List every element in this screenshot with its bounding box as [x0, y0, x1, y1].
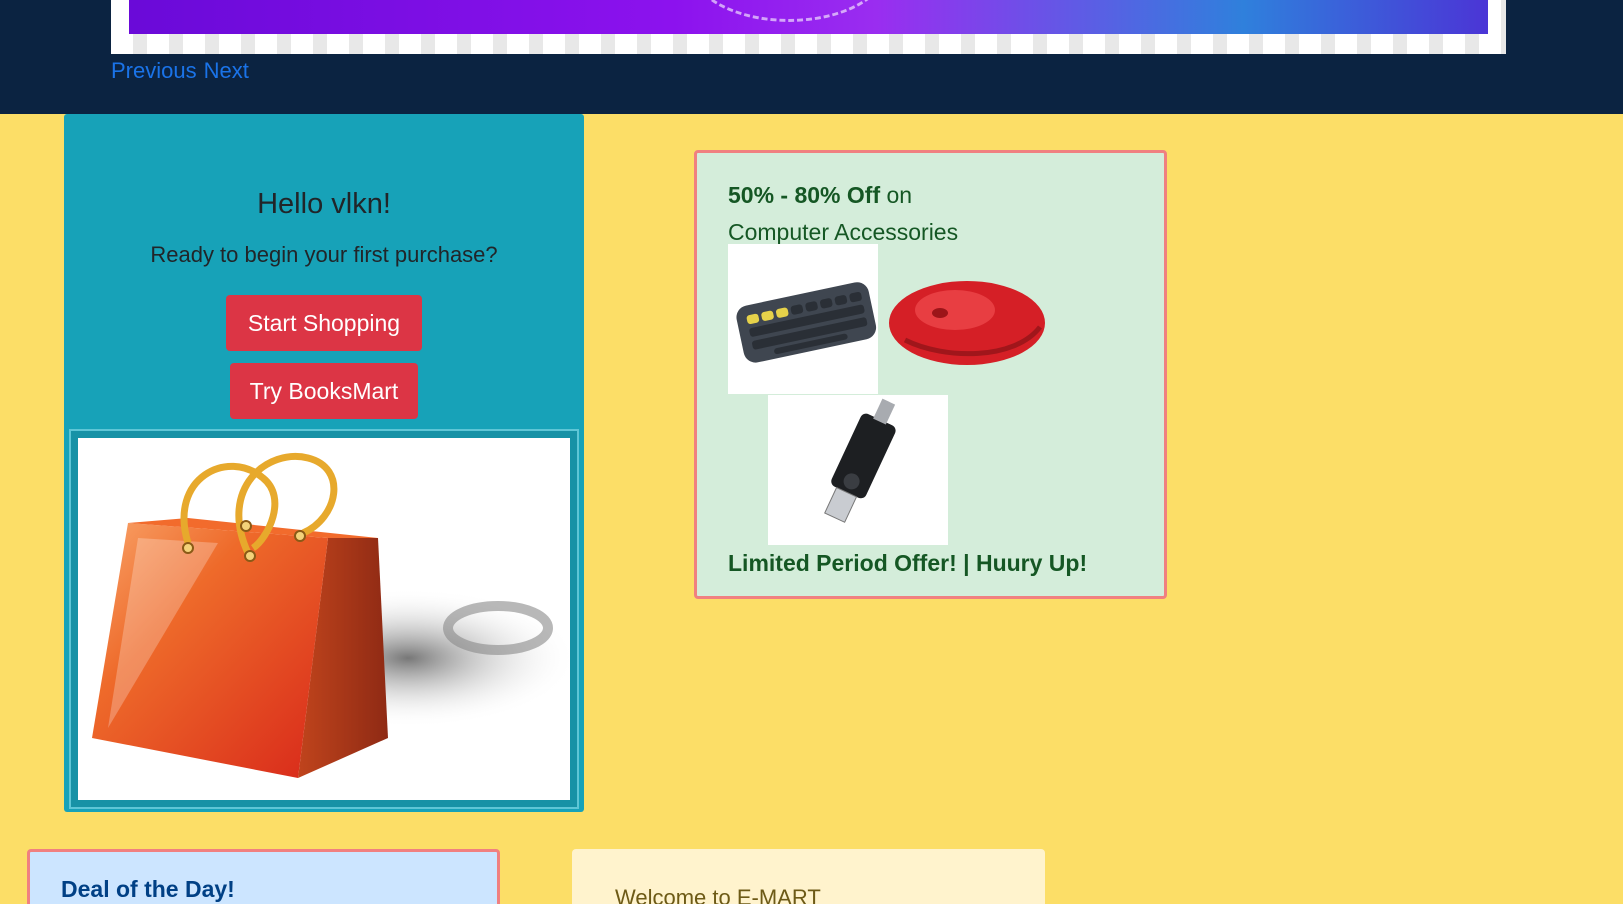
carousel-controls: Previous Next: [111, 58, 249, 84]
deal-of-day-card[interactable]: Deal of the Day!: [27, 849, 500, 904]
welcome-card: Hello vlkn! Ready to begin your first pu…: [64, 114, 584, 812]
promo-category: Computer Accessories: [728, 219, 959, 245]
promo-card[interactable]: 50% - 80% Off on Computer Accessories Li…: [694, 150, 1167, 599]
greeting-subtitle: Ready to begin your first purchase?: [150, 242, 498, 267]
shopping-bag-icon: [92, 453, 570, 778]
promo-discount: 50% - 80% Off: [728, 182, 881, 208]
carousel-previous-link[interactable]: Previous: [111, 58, 197, 83]
start-shopping-button[interactable]: Start Shopping: [226, 295, 422, 351]
welcome-emart-card: Welcome to E-MART: [572, 849, 1045, 904]
promo-footer: Limited Period Offer! | Huury Up!: [728, 550, 1088, 576]
carousel-next-link[interactable]: Next: [204, 58, 249, 83]
mouse-image: [885, 265, 1045, 375]
shopping-bag-image: [69, 429, 579, 809]
carousel-slide-image: [129, 0, 1488, 34]
promo-heading: 50% - 80% Off on Computer Accessories: [728, 177, 1148, 251]
try-booksmart-button[interactable]: Try BooksMart: [230, 363, 418, 419]
promo-on-text: on: [880, 182, 913, 208]
keyboard-image: [728, 244, 878, 394]
deal-title: Deal of the Day!: [61, 876, 235, 902]
greeting-heading: Hello vlkn!: [257, 188, 391, 220]
top-navbar: Previous Next: [0, 0, 1623, 114]
welcome-emart-text: Welcome to E-MART: [615, 885, 821, 904]
usb-drive-image: [768, 395, 948, 545]
